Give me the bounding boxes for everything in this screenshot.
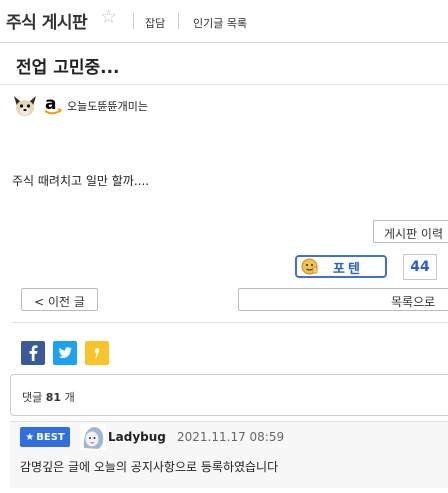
star-outline-icon[interactable]: ☆ xyxy=(100,6,117,28)
divider xyxy=(178,13,179,29)
comments-count: 81 xyxy=(45,391,62,404)
best-badge: ★ BEST xyxy=(20,427,70,447)
nav-link-chat[interactable]: 잡담 xyxy=(145,15,165,31)
post-title: 전업 고민중... xyxy=(16,58,120,78)
twitter-icon[interactable] xyxy=(53,341,77,365)
header-rule xyxy=(0,42,448,43)
amazon-logo-icon: a xyxy=(43,94,63,116)
kakao-talk-icon[interactable] xyxy=(85,341,109,365)
post-body: 주식 때려치고 일만 할까.... xyxy=(12,174,150,188)
nav-link-popular[interactable]: 인기글 목록 xyxy=(193,15,247,31)
star-icon: ★ xyxy=(25,431,35,443)
comment-timestamp: 2021.11.17 08:59 xyxy=(177,430,285,444)
comments-header: 댓글 81 개 xyxy=(10,374,448,416)
board-title[interactable]: 주식 게시판 xyxy=(6,8,88,33)
dog-face-icon xyxy=(14,96,36,116)
back-to-list-button[interactable]: 목록으로 xyxy=(238,288,448,311)
comment-text: 감명깊은 글에 오늘의 공지사항으로 등록하였습니다 xyxy=(20,460,279,474)
board-history-button[interactable]: 게시판 이력 xyxy=(373,220,448,243)
potential-label: 포텐 xyxy=(333,262,363,277)
prev-post-button[interactable]: < 이전 글 xyxy=(21,288,98,311)
thumbs-up-face-icon xyxy=(301,258,318,275)
comments-count-label: 댓글 81 개 xyxy=(22,391,75,404)
comment-author[interactable]: Ladybug xyxy=(108,430,166,444)
potential-count: 44 xyxy=(403,254,437,280)
divider xyxy=(133,13,134,29)
potential-vote-button[interactable]: 포텐 xyxy=(295,255,387,278)
author-name[interactable]: 오늘도뜐뜐개미는 xyxy=(67,98,148,114)
actions-rule xyxy=(12,322,448,323)
post-author[interactable]: a 오늘도뜐뜐개미는 xyxy=(12,93,148,119)
avatar[interactable] xyxy=(80,424,106,450)
facebook-icon[interactable] xyxy=(21,341,45,365)
title-rule xyxy=(0,84,448,85)
